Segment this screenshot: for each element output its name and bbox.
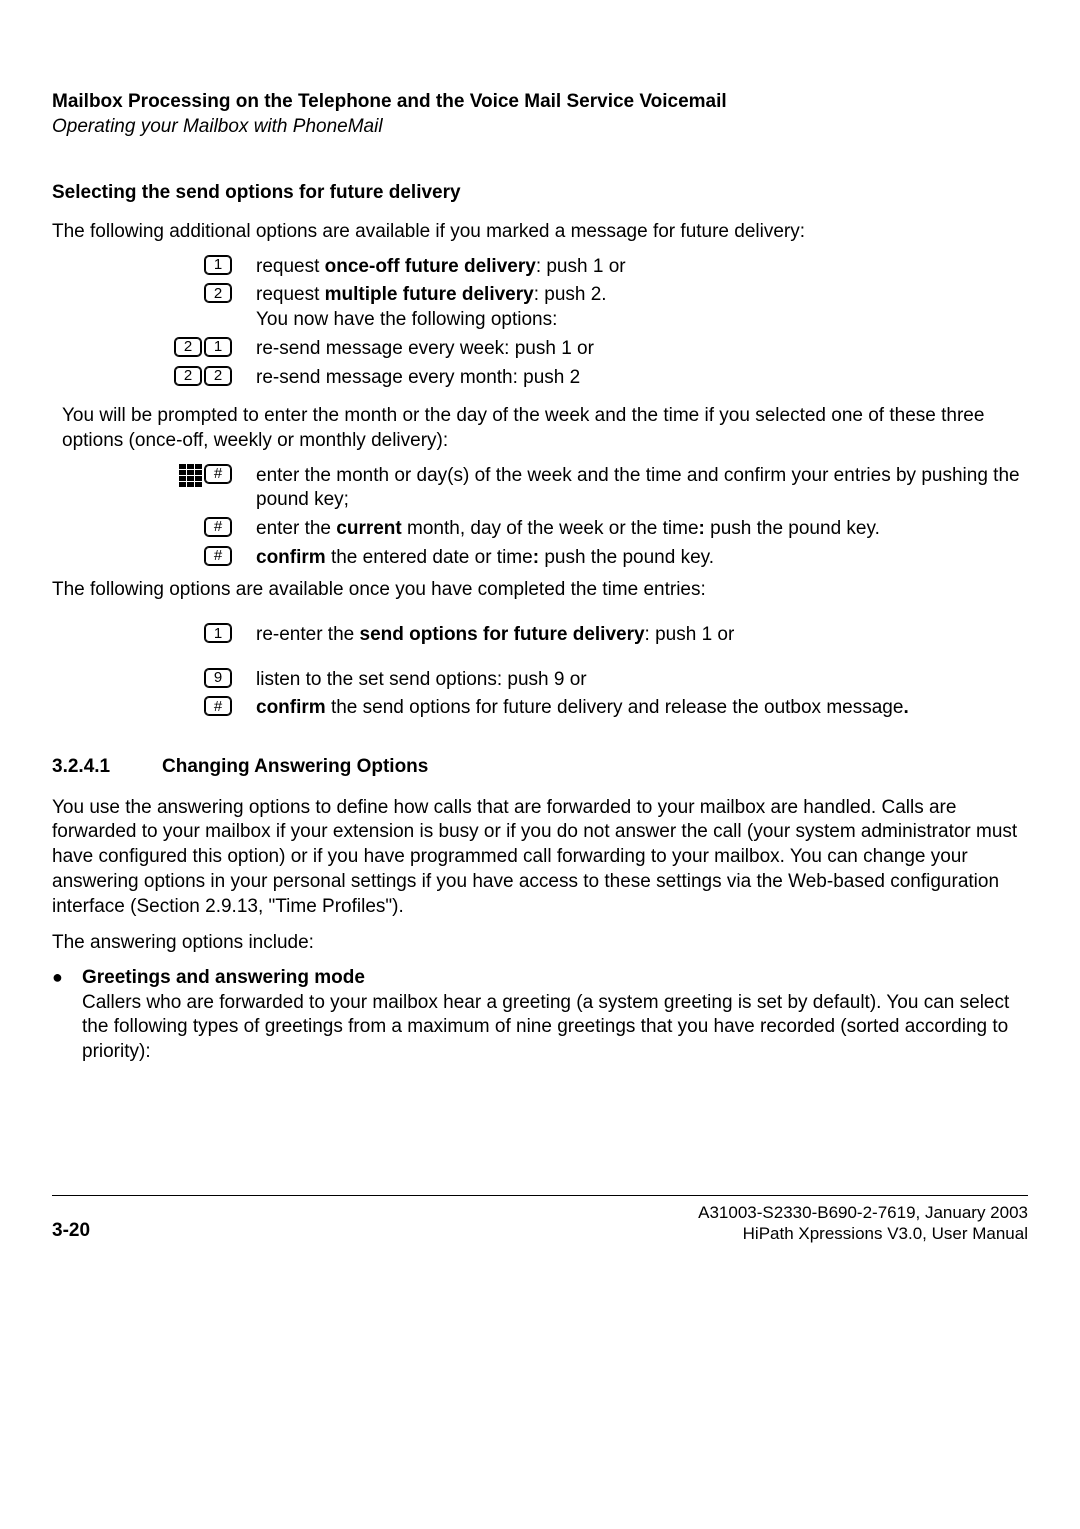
key-hash-icon: # [204,517,232,537]
row-text: re-send message every week: push 1 or [246,337,1028,362]
header-subtitle: Operating your Mailbox with PhoneMail [52,115,1028,140]
intro-para: The following additional options are ava… [52,220,1028,245]
option-row-weekly: 2 1 re-send message every week: push 1 o… [52,337,1028,362]
key-2-icon: 2 [204,283,232,303]
bullet-body-text: Callers who are forwarded to your mailbo… [82,991,1028,1065]
row-text: enter the current month, day of the week… [246,517,1028,542]
row-text: re-send message every month: push 2 [246,366,1028,391]
row-text: listen to the set send options: push 9 o… [246,668,1028,693]
key-hash-icon: # [204,696,232,716]
option-row-listen: 9 listen to the set send options: push 9… [52,668,1028,693]
footer-meta: A31003-S2330-B690-2-7619, January 2003 H… [698,1202,1028,1245]
bullet-greetings: ● Greetings and answering mode Callers w… [52,966,1028,1065]
bullet-icon: ● [52,966,82,1065]
option-row-confirm-send: # confirm the send options for future de… [52,696,1028,721]
bullet-title: Greetings and answering mode [82,966,1028,991]
row-text: request multiple future delivery: push 2… [246,283,1028,332]
key-hash-icon: # [204,546,232,566]
after-para: The following options are available once… [52,578,1028,603]
key-2-icon: 2 [174,366,202,386]
page-footer: 3-20 A31003-S2330-B690-2-7619, January 2… [52,1195,1028,1245]
key-2-icon: 2 [174,337,202,357]
section-title: Changing Answering Options [162,755,428,780]
row-text: request once-off future delivery: push 1… [246,255,1028,280]
section-heading-send-options: Selecting the send options for future de… [52,181,1028,206]
row-text: confirm the entered date or time: push t… [246,546,1028,571]
page-number: 3-20 [52,1219,90,1244]
key-1-icon: 1 [204,337,232,357]
answering-para-2: The answering options include: [52,931,1028,956]
key-1-icon: 1 [204,623,232,643]
option-row-monthly: 2 2 re-send message every month: push 2 [52,366,1028,391]
key-2-icon: 2 [204,366,232,386]
row-text: re-enter the send options for future del… [246,623,1028,648]
key-1-icon: 1 [204,255,232,275]
page-header: Mailbox Processing on the Telephone and … [52,90,1028,139]
answering-para-1: You use the answering options to define … [52,796,1028,919]
key-9-icon: 9 [204,668,232,688]
row-text: enter the month or day(s) of the week an… [246,464,1028,513]
option-row-enter-date: # enter the month or day(s) of the week … [52,464,1028,513]
prompt-para: You will be prompted to enter the month … [62,404,1028,453]
header-title: Mailbox Processing on the Telephone and … [52,90,1028,115]
option-row-reenter: 1 re-enter the send options for future d… [52,623,1028,648]
section-number: 3.2.4.1 [52,755,162,780]
key-hash-icon: # [204,464,232,484]
keypad-icon [179,464,202,487]
option-row-multiple: 2 request multiple future delivery: push… [52,283,1028,332]
option-row-confirm-date: # confirm the entered date or time: push… [52,546,1028,571]
option-row-once-off: 1 request once-off future delivery: push… [52,255,1028,280]
option-row-current: # enter the current month, day of the we… [52,517,1028,542]
section-heading-answering: 3.2.4.1 Changing Answering Options [52,755,1028,780]
row-text: confirm the send options for future deli… [246,696,1028,721]
